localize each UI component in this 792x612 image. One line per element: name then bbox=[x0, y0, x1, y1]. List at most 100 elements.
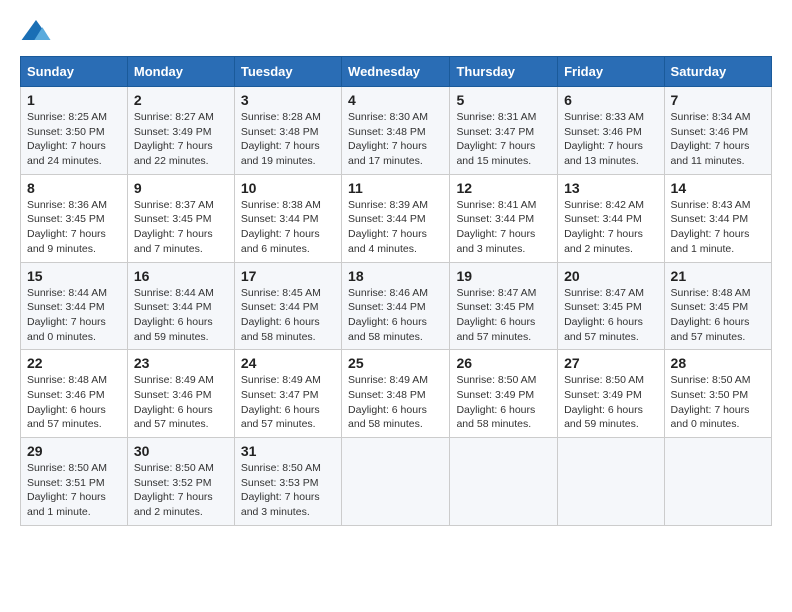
day-number: 5 bbox=[456, 92, 551, 108]
day-cell: 3 Sunrise: 8:28 AM Sunset: 3:48 PM Dayli… bbox=[234, 87, 341, 175]
day-info: Sunrise: 8:49 AM Sunset: 3:47 PM Dayligh… bbox=[241, 373, 335, 432]
day-cell bbox=[342, 438, 450, 526]
day-info: Sunrise: 8:49 AM Sunset: 3:46 PM Dayligh… bbox=[134, 373, 228, 432]
calendar-table: SundayMondayTuesdayWednesdayThursdayFrid… bbox=[20, 56, 772, 526]
day-number: 14 bbox=[671, 180, 765, 196]
day-number: 4 bbox=[348, 92, 443, 108]
day-cell: 4 Sunrise: 8:30 AM Sunset: 3:48 PM Dayli… bbox=[342, 87, 450, 175]
day-info: Sunrise: 8:46 AM Sunset: 3:44 PM Dayligh… bbox=[348, 286, 443, 345]
day-number: 10 bbox=[241, 180, 335, 196]
day-info: Sunrise: 8:49 AM Sunset: 3:48 PM Dayligh… bbox=[348, 373, 443, 432]
day-cell: 8 Sunrise: 8:36 AM Sunset: 3:45 PM Dayli… bbox=[21, 174, 128, 262]
day-info: Sunrise: 8:50 AM Sunset: 3:49 PM Dayligh… bbox=[564, 373, 657, 432]
header-thursday: Thursday bbox=[450, 57, 558, 87]
day-number: 13 bbox=[564, 180, 657, 196]
day-info: Sunrise: 8:47 AM Sunset: 3:45 PM Dayligh… bbox=[456, 286, 551, 345]
day-cell: 9 Sunrise: 8:37 AM Sunset: 3:45 PM Dayli… bbox=[127, 174, 234, 262]
day-cell: 11 Sunrise: 8:39 AM Sunset: 3:44 PM Dayl… bbox=[342, 174, 450, 262]
logo-icon bbox=[20, 16, 52, 48]
day-number: 8 bbox=[27, 180, 121, 196]
header-row: SundayMondayTuesdayWednesdayThursdayFrid… bbox=[21, 57, 772, 87]
day-info: Sunrise: 8:37 AM Sunset: 3:45 PM Dayligh… bbox=[134, 198, 228, 257]
day-number: 21 bbox=[671, 268, 765, 284]
day-number: 7 bbox=[671, 92, 765, 108]
day-cell: 20 Sunrise: 8:47 AM Sunset: 3:45 PM Dayl… bbox=[558, 262, 664, 350]
day-info: Sunrise: 8:31 AM Sunset: 3:47 PM Dayligh… bbox=[456, 110, 551, 169]
day-info: Sunrise: 8:50 AM Sunset: 3:50 PM Dayligh… bbox=[671, 373, 765, 432]
day-number: 24 bbox=[241, 355, 335, 371]
day-number: 18 bbox=[348, 268, 443, 284]
day-info: Sunrise: 8:50 AM Sunset: 3:53 PM Dayligh… bbox=[241, 461, 335, 520]
day-info: Sunrise: 8:25 AM Sunset: 3:50 PM Dayligh… bbox=[27, 110, 121, 169]
header-wednesday: Wednesday bbox=[342, 57, 450, 87]
day-cell: 17 Sunrise: 8:45 AM Sunset: 3:44 PM Dayl… bbox=[234, 262, 341, 350]
day-info: Sunrise: 8:47 AM Sunset: 3:45 PM Dayligh… bbox=[564, 286, 657, 345]
day-cell: 14 Sunrise: 8:43 AM Sunset: 3:44 PM Dayl… bbox=[664, 174, 771, 262]
day-info: Sunrise: 8:41 AM Sunset: 3:44 PM Dayligh… bbox=[456, 198, 551, 257]
day-info: Sunrise: 8:33 AM Sunset: 3:46 PM Dayligh… bbox=[564, 110, 657, 169]
day-info: Sunrise: 8:50 AM Sunset: 3:52 PM Dayligh… bbox=[134, 461, 228, 520]
day-number: 1 bbox=[27, 92, 121, 108]
header-friday: Friday bbox=[558, 57, 664, 87]
day-info: Sunrise: 8:38 AM Sunset: 3:44 PM Dayligh… bbox=[241, 198, 335, 257]
day-cell: 12 Sunrise: 8:41 AM Sunset: 3:44 PM Dayl… bbox=[450, 174, 558, 262]
day-number: 25 bbox=[348, 355, 443, 371]
day-info: Sunrise: 8:34 AM Sunset: 3:46 PM Dayligh… bbox=[671, 110, 765, 169]
day-cell: 30 Sunrise: 8:50 AM Sunset: 3:52 PM Dayl… bbox=[127, 438, 234, 526]
day-cell: 31 Sunrise: 8:50 AM Sunset: 3:53 PM Dayl… bbox=[234, 438, 341, 526]
day-cell: 27 Sunrise: 8:50 AM Sunset: 3:49 PM Dayl… bbox=[558, 350, 664, 438]
day-info: Sunrise: 8:43 AM Sunset: 3:44 PM Dayligh… bbox=[671, 198, 765, 257]
day-number: 22 bbox=[27, 355, 121, 371]
day-cell: 25 Sunrise: 8:49 AM Sunset: 3:48 PM Dayl… bbox=[342, 350, 450, 438]
day-info: Sunrise: 8:30 AM Sunset: 3:48 PM Dayligh… bbox=[348, 110, 443, 169]
day-number: 12 bbox=[456, 180, 551, 196]
day-info: Sunrise: 8:27 AM Sunset: 3:49 PM Dayligh… bbox=[134, 110, 228, 169]
day-number: 29 bbox=[27, 443, 121, 459]
day-info: Sunrise: 8:44 AM Sunset: 3:44 PM Dayligh… bbox=[27, 286, 121, 345]
day-cell bbox=[450, 438, 558, 526]
page-header bbox=[20, 16, 772, 48]
week-row-2: 8 Sunrise: 8:36 AM Sunset: 3:45 PM Dayli… bbox=[21, 174, 772, 262]
day-cell: 10 Sunrise: 8:38 AM Sunset: 3:44 PM Dayl… bbox=[234, 174, 341, 262]
day-cell: 26 Sunrise: 8:50 AM Sunset: 3:49 PM Dayl… bbox=[450, 350, 558, 438]
day-cell: 2 Sunrise: 8:27 AM Sunset: 3:49 PM Dayli… bbox=[127, 87, 234, 175]
day-cell: 24 Sunrise: 8:49 AM Sunset: 3:47 PM Dayl… bbox=[234, 350, 341, 438]
day-number: 26 bbox=[456, 355, 551, 371]
day-info: Sunrise: 8:36 AM Sunset: 3:45 PM Dayligh… bbox=[27, 198, 121, 257]
day-cell: 28 Sunrise: 8:50 AM Sunset: 3:50 PM Dayl… bbox=[664, 350, 771, 438]
day-cell: 19 Sunrise: 8:47 AM Sunset: 3:45 PM Dayl… bbox=[450, 262, 558, 350]
day-info: Sunrise: 8:50 AM Sunset: 3:51 PM Dayligh… bbox=[27, 461, 121, 520]
header-tuesday: Tuesday bbox=[234, 57, 341, 87]
day-number: 20 bbox=[564, 268, 657, 284]
day-info: Sunrise: 8:48 AM Sunset: 3:45 PM Dayligh… bbox=[671, 286, 765, 345]
week-row-1: 1 Sunrise: 8:25 AM Sunset: 3:50 PM Dayli… bbox=[21, 87, 772, 175]
day-number: 15 bbox=[27, 268, 121, 284]
day-number: 28 bbox=[671, 355, 765, 371]
day-number: 2 bbox=[134, 92, 228, 108]
logo bbox=[20, 16, 56, 48]
header-monday: Monday bbox=[127, 57, 234, 87]
day-info: Sunrise: 8:39 AM Sunset: 3:44 PM Dayligh… bbox=[348, 198, 443, 257]
day-cell: 1 Sunrise: 8:25 AM Sunset: 3:50 PM Dayli… bbox=[21, 87, 128, 175]
day-number: 17 bbox=[241, 268, 335, 284]
day-cell: 15 Sunrise: 8:44 AM Sunset: 3:44 PM Dayl… bbox=[21, 262, 128, 350]
header-sunday: Sunday bbox=[21, 57, 128, 87]
day-info: Sunrise: 8:28 AM Sunset: 3:48 PM Dayligh… bbox=[241, 110, 335, 169]
day-cell: 29 Sunrise: 8:50 AM Sunset: 3:51 PM Dayl… bbox=[21, 438, 128, 526]
day-cell bbox=[664, 438, 771, 526]
day-info: Sunrise: 8:48 AM Sunset: 3:46 PM Dayligh… bbox=[27, 373, 121, 432]
day-number: 30 bbox=[134, 443, 228, 459]
day-number: 11 bbox=[348, 180, 443, 196]
day-info: Sunrise: 8:44 AM Sunset: 3:44 PM Dayligh… bbox=[134, 286, 228, 345]
day-cell: 7 Sunrise: 8:34 AM Sunset: 3:46 PM Dayli… bbox=[664, 87, 771, 175]
day-cell: 21 Sunrise: 8:48 AM Sunset: 3:45 PM Dayl… bbox=[664, 262, 771, 350]
day-number: 27 bbox=[564, 355, 657, 371]
day-number: 23 bbox=[134, 355, 228, 371]
day-cell: 22 Sunrise: 8:48 AM Sunset: 3:46 PM Dayl… bbox=[21, 350, 128, 438]
day-cell: 13 Sunrise: 8:42 AM Sunset: 3:44 PM Dayl… bbox=[558, 174, 664, 262]
day-number: 6 bbox=[564, 92, 657, 108]
day-cell bbox=[558, 438, 664, 526]
week-row-3: 15 Sunrise: 8:44 AM Sunset: 3:44 PM Dayl… bbox=[21, 262, 772, 350]
day-info: Sunrise: 8:42 AM Sunset: 3:44 PM Dayligh… bbox=[564, 198, 657, 257]
day-number: 9 bbox=[134, 180, 228, 196]
